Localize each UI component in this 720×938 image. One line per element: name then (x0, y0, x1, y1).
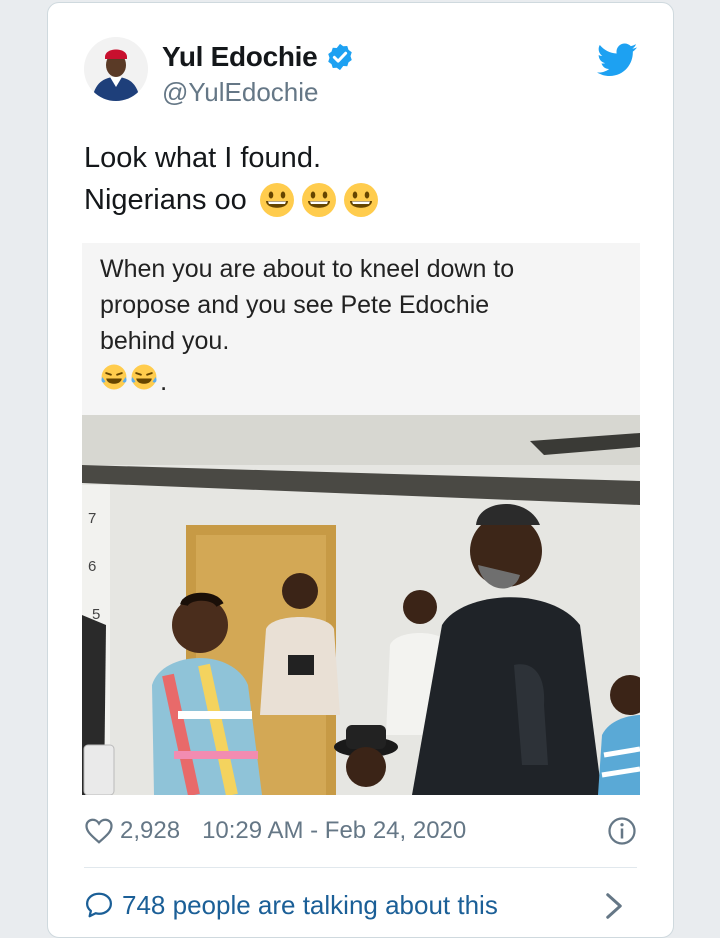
tweet-timestamp[interactable]: 10:29 AM - Feb 24, 2020 (202, 817, 466, 845)
tweet-meta: 2,928 10:29 AM - Feb 24, 2020 (84, 813, 637, 849)
author-avatar[interactable] (84, 37, 148, 101)
grinning-face-emoji-icon (343, 183, 378, 217)
tweet-text: Look what I found. Nigerians oo (84, 137, 379, 221)
tears-of-joy-emoji-icon (131, 364, 157, 390)
chevron-right-icon[interactable] (603, 891, 625, 921)
conversation-link-text[interactable]: 748 people are talking about this (122, 890, 498, 921)
grinning-face-emoji-icon (259, 183, 294, 217)
author-name[interactable]: Yul Edochie (162, 41, 318, 73)
caption-trailing-dot: . (160, 366, 168, 396)
author-handle[interactable]: @YulEdochie (162, 77, 319, 108)
wall-mark: 7 (88, 510, 96, 527)
speech-bubble-icon (86, 892, 112, 918)
meme-caption: When you are about to kneel down to prop… (100, 251, 514, 359)
like-count[interactable]: 2,928 (120, 817, 180, 845)
meme-caption-line-1: When you are about to kneel down to (100, 255, 515, 283)
tweet-media[interactable]: When you are about to kneel down to prop… (82, 243, 640, 795)
wall-mark: 6 (88, 558, 96, 575)
grinning-face-emoji-icon (301, 183, 336, 217)
heart-icon[interactable] (84, 816, 114, 846)
meta-divider (84, 867, 637, 868)
verified-badge-icon (328, 43, 353, 71)
tweet-text-line-1: Look what I found. (84, 142, 321, 174)
meme-caption-line-3: behind you. (100, 327, 230, 355)
twitter-bird-icon[interactable] (597, 43, 637, 77)
meme-photo: 7 6 5 3 (82, 415, 640, 795)
info-icon[interactable] (607, 816, 637, 846)
author-name-row: Yul Edochie (162, 41, 355, 73)
tweet-card: Yul Edochie @YulEdochie Look what I foun… (47, 2, 674, 938)
meme-caption-line-2: propose and you see Pete Edochie (100, 291, 490, 319)
tweet-text-line-2-row: Nigerians oo (84, 179, 379, 221)
laughing-emojis: . (100, 363, 168, 396)
tears-of-joy-emoji-icon (101, 364, 127, 390)
tweet-text-line-2: Nigerians oo (84, 184, 247, 216)
conversation-link[interactable]: 748 people are talking about this (84, 883, 637, 927)
